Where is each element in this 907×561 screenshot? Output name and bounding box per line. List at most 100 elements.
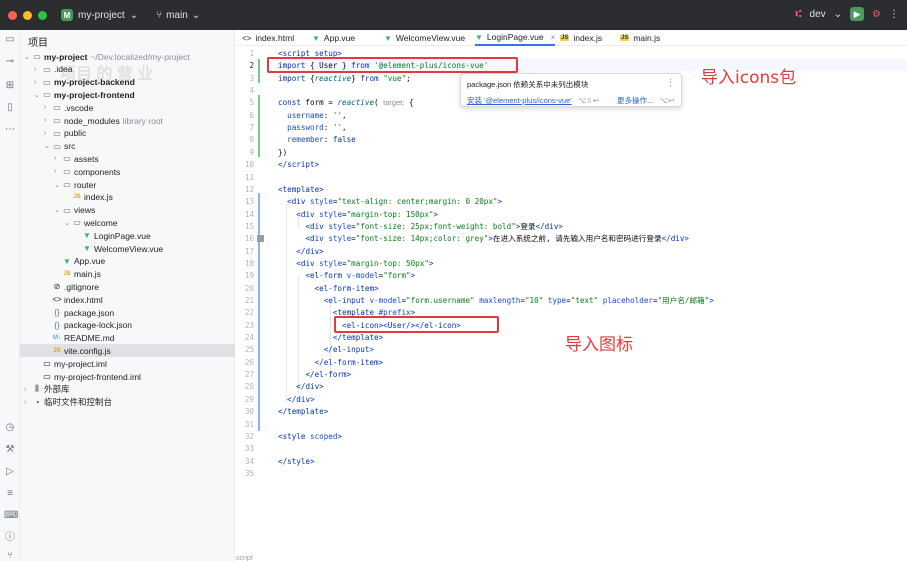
structure-tool-icon[interactable]: ⊞ [4, 80, 16, 92]
more-options-icon[interactable]: ⋮ [666, 77, 675, 88]
tree-item[interactable]: JS vite.config.js [20, 344, 235, 358]
chevron-down-icon[interactable]: ⌄ [34, 91, 42, 99]
tree-item-label: components [74, 166, 121, 177]
services-tool-icon[interactable]: ◷ [4, 422, 16, 434]
vue-file-icon: ▼ [83, 244, 91, 253]
editor-tab[interactable]: ▼ LoginPage.vue × [475, 30, 556, 46]
chevron-right-icon[interactable]: › [44, 104, 52, 111]
code-line: <div style="font-size: 14px;color: grey"… [305, 234, 689, 244]
line-number: 9 [249, 147, 254, 157]
close-window-button[interactable] [8, 10, 17, 20]
project-tool-icon[interactable]: ▭ [4, 34, 16, 46]
tree-item[interactable]: › ⫼ 外部库 [20, 383, 235, 396]
chevron-down-icon[interactable]: ⌄ [54, 181, 62, 189]
chevron-down-icon[interactable]: ⌄ [44, 142, 52, 150]
editor-tab[interactable]: JS index.js [560, 30, 602, 46]
project-switcher[interactable]: M my-project ⌄ [61, 9, 138, 21]
tree-item[interactable]: › ▭ my-project-backend [20, 76, 235, 89]
tree-item[interactable]: › ▭ node_modules library root [20, 114, 235, 127]
minimize-window-button[interactable] [23, 10, 32, 20]
line-number: 1 [249, 49, 254, 58]
chevron-right-icon[interactable]: › [24, 399, 32, 406]
tree-item[interactable]: M↓ README.md [20, 332, 235, 345]
tree-item[interactable]: ⊘ .gitignore [20, 280, 235, 293]
tree-item[interactable]: <> index.html [20, 293, 235, 306]
breakpoint-marker[interactable] [257, 235, 264, 243]
tree-item-label: my-project-frontend.iml [54, 371, 141, 382]
editor-tab[interactable]: <> index.html [242, 30, 294, 46]
editor-tab[interactable]: ▼ App.vue [312, 30, 355, 46]
commit-tool-icon[interactable]: ⊸ [4, 56, 16, 68]
code-line: <div style="font-size: 25px;font-weight:… [305, 221, 563, 231]
more-actions-link[interactable]: 更多操作... ⌥↩ [617, 95, 674, 106]
tree-item[interactable]: › ◔ 临时文件和控制台 [20, 396, 235, 409]
tree-item[interactable]: ⌄ ▭ my-project-frontend [20, 88, 235, 101]
folder-icon: ▭ [33, 52, 41, 61]
bookmarks-tool-icon[interactable]: ▯ [4, 102, 16, 114]
maximize-window-button[interactable] [38, 10, 47, 20]
chevron-right-icon[interactable]: › [54, 155, 62, 162]
run-config-selector[interactable]: dev [810, 9, 826, 20]
chevron-down-icon[interactable]: ⌄ [64, 219, 72, 227]
more-actions-label: 更多操作... [617, 96, 654, 105]
more-tools-icon[interactable]: ⋯ [4, 124, 16, 136]
tree-item[interactable]: ▼ App.vue [20, 255, 235, 268]
editor-tab[interactable]: ▼ WelcomeView.vue [384, 30, 465, 46]
tree-item-label: my-project-frontend [54, 89, 135, 100]
build-tool-icon[interactable]: ⚒ [4, 444, 16, 456]
tree-item[interactable]: ▼ WelcomeView.vue [20, 242, 235, 255]
chevron-right-icon[interactable]: › [44, 130, 52, 137]
branch-switcher[interactable]: ⑂ main ⌄ [156, 10, 200, 21]
chevron-right-icon[interactable]: › [34, 66, 42, 73]
run-tool-icon[interactable]: ▷ [4, 466, 16, 478]
chevron-right-icon[interactable]: › [34, 79, 42, 86]
chevron-right-icon[interactable]: › [24, 386, 32, 393]
run-button[interactable]: ▶ [850, 7, 865, 21]
line-number: 12 [244, 184, 254, 194]
todo-tool-icon[interactable]: ≡ [4, 488, 16, 500]
line-gutter: 1 2 3 4 5 6 7 8 9 10 11 12 13 14 15 16 17 18 19 20 21 22 23 24 2… [236, 46, 276, 561]
tree-item[interactable]: ▭ my-project.iml [20, 357, 235, 370]
code-line: </template> [332, 333, 384, 343]
close-tab-icon[interactable]: × [551, 33, 556, 42]
terminal-tool-icon[interactable]: ⌨ [4, 510, 18, 522]
tree-item[interactable]: {} package-lock.json [20, 319, 235, 332]
project-badge: M [61, 9, 73, 21]
more-icon[interactable]: ⋮ [889, 9, 899, 20]
tree-item[interactable]: ⌄ ▭ welcome [20, 216, 235, 229]
tree-item[interactable]: ⌄ ▭ src [20, 140, 235, 153]
line-number: 19 [244, 271, 254, 281]
status-bar-text: script [236, 555, 253, 561]
tree-item[interactable]: › ▭ .idea [20, 63, 235, 76]
iml-file-icon: ▭ [43, 359, 51, 369]
tree-item[interactable]: › ▭ public [20, 127, 235, 140]
project-panel: 项目 项目 的 营 业 ⌄ ▭ my-project ~/Dev.localized/… [20, 30, 235, 561]
chevron-down-icon[interactable]: ⌄ [24, 53, 32, 61]
chevron-down-icon[interactable]: ⌄ [54, 206, 62, 214]
code-line: remember: false [287, 135, 356, 145]
tree-item[interactable]: › ▭ assets [20, 152, 235, 165]
vue-file-icon: ▼ [384, 33, 392, 43]
git-tool-icon[interactable]: ⑂ [4, 550, 16, 561]
code-line: <el-input v-model="form.username" maxlen… [323, 296, 714, 305]
install-package-action[interactable]: 安装 '@element-plus/icons-vue' ⌥⇧↩ [467, 95, 599, 106]
tree-item[interactable]: › ▭ components [20, 165, 235, 178]
tree-item[interactable]: ⌄ ▭ views [20, 204, 235, 217]
tree-item[interactable]: ▭ my-project-frontend.iml [20, 370, 235, 383]
tree-item[interactable]: JS index.js [20, 191, 235, 204]
tree-item[interactable]: ⌄ ▭ my-project ~/Dev.localized/my-project [20, 50, 235, 63]
chevron-right-icon[interactable]: › [54, 168, 62, 175]
line-number: 22 [244, 308, 254, 318]
tree-item[interactable]: {} package.json [20, 306, 235, 319]
tree-item[interactable]: ▼ LoginPage.vue [20, 229, 235, 242]
problems-tool-icon[interactable]: ⓘ [4, 532, 16, 544]
chevron-right-icon[interactable]: › [44, 117, 52, 124]
tree-item[interactable]: ⌄ ▭ router [20, 178, 235, 191]
code-editor[interactable]: <script setup> import { User } from '@ele… [278, 46, 907, 561]
editor-tab[interactable]: JS main.js [620, 30, 660, 46]
vue-file-icon: ▼ [475, 32, 483, 42]
tree-item[interactable]: JS main.js [20, 268, 235, 281]
tree-item[interactable]: › ▭ .vscode [20, 101, 235, 114]
debug-icon[interactable]: ⚙ [872, 9, 881, 20]
folder-icon: ▭ [43, 64, 51, 74]
